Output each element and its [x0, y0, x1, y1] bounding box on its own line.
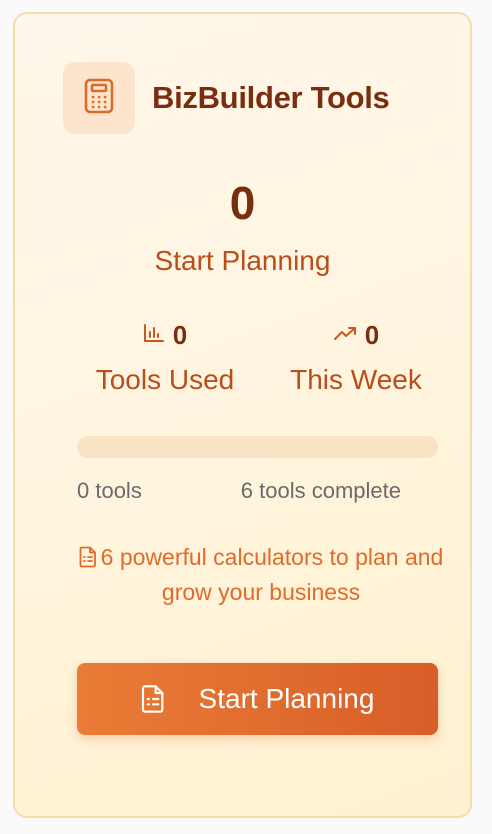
tools-used-value: 0	[172, 319, 188, 350]
description-text: 6 powerful calculators to plan and grow …	[100, 544, 444, 605]
stat-this-week: 0 This Week	[273, 318, 439, 396]
logo-tile	[63, 62, 135, 134]
tools-used-label: Tools Used	[95, 364, 235, 395]
tools-card: BizBuilder Tools 0 Start Planning 0 Tool…	[13, 12, 472, 818]
brand-name: BizBuilder Tools	[152, 80, 390, 115]
document-icon	[141, 684, 165, 714]
planning-count: 0	[229, 177, 256, 229]
stat-tools-used: 0 Tools Used	[85, 318, 245, 396]
calculator-icon	[84, 78, 114, 119]
start-planning-label: Start Planning	[198, 683, 375, 714]
description: 6 powerful calculators to plan and grow …	[75, 541, 447, 608]
bar-chart-icon	[143, 323, 165, 348]
document-icon	[79, 544, 97, 576]
progress-total-text: 6 tools complete	[240, 478, 401, 503]
progress-bar	[77, 436, 438, 458]
progress-current-text: 0 tools	[77, 478, 142, 503]
trending-up-icon	[333, 325, 357, 346]
start-planning-button[interactable]: Start Planning	[77, 663, 438, 735]
planning-label: Start Planning	[154, 245, 331, 276]
this-week-value: 0	[364, 319, 380, 350]
card-header: BizBuilder Tools	[63, 62, 390, 134]
this-week-label: This Week	[290, 364, 422, 395]
